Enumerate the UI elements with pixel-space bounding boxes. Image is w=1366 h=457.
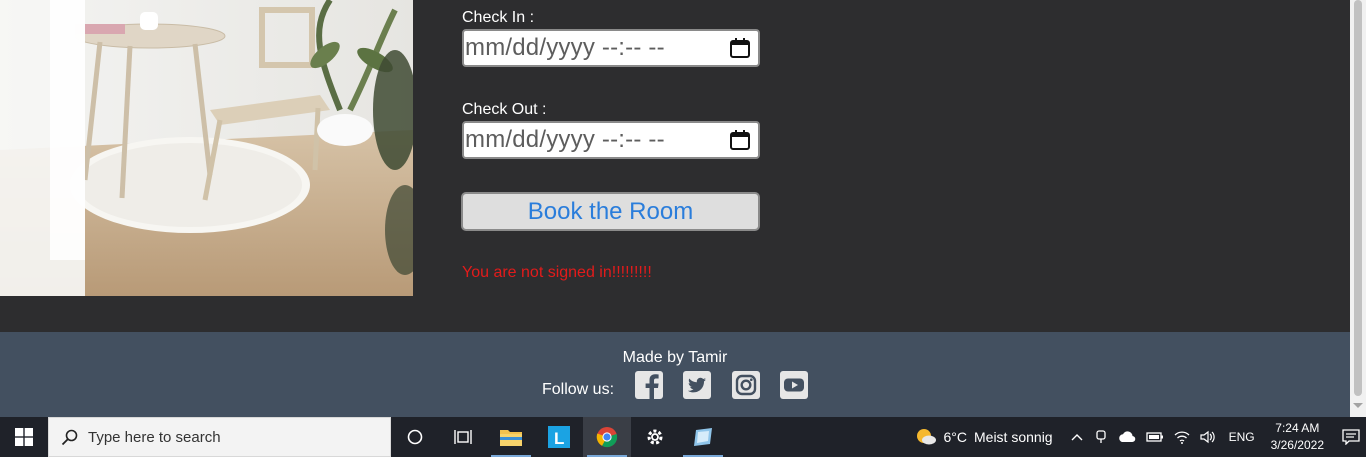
notification-center-icon[interactable] [1336,429,1366,445]
partly-sunny-icon [916,429,936,445]
taskbar-file-explorer[interactable] [487,417,535,457]
cortana-button[interactable] [391,417,439,457]
scroll-down-arrow-icon[interactable] [1353,403,1363,408]
check-out-placeholder: mm/dd/yyyy --:-- -- [465,126,665,153]
svg-text:L: L [554,429,564,448]
chrome-icon [596,427,618,448]
twitter-icon[interactable] [682,370,711,399]
chevron-up-icon[interactable] [1070,432,1084,442]
app-window-icon [694,428,712,446]
taskbar-settings[interactable] [631,417,679,457]
instagram-icon[interactable] [731,370,760,399]
taskbar-chrome[interactable] [583,417,631,457]
follow-us-label: Follow us: [542,381,615,398]
made-by-text: Made by Tamir [622,349,728,366]
search-placeholder: Type here to search [88,428,221,446]
system-tray: 6°C Meist sonnig ENG 7:24 AM 3/26/2022 [915,417,1366,457]
cortana-circle-icon [407,429,423,445]
error-message: You are not signed in!!!!!!!!! [462,264,652,281]
gear-icon [647,429,663,445]
room-photo [0,0,413,296]
volume-icon[interactable] [1199,430,1216,444]
youtube-icon[interactable] [779,370,808,399]
check-in-placeholder: mm/dd/yyyy --:-- -- [465,34,665,61]
task-view-icon [454,430,472,444]
taskbar-search-box[interactable]: Type here to search [48,417,391,457]
folder-icon [500,430,522,446]
weather-description: Meist sonnig [974,429,1053,445]
taskbar-app-l[interactable]: L [535,417,583,457]
taskbar-clock[interactable]: 7:24 AM 3/26/2022 [1271,420,1324,454]
check-in-label: Check In : [462,9,535,26]
task-view-button[interactable] [439,417,487,457]
book-room-button[interactable]: Book the Room [461,192,760,231]
taskbar-app-blue[interactable] [679,417,727,457]
calendar-icon[interactable] [728,36,752,60]
weather-temperature: 6°C [943,429,968,445]
windows-taskbar: Type here to search L 6°C Meist sonnig E… [0,417,1366,457]
footer: Made by Tamir Follow us: [0,332,1350,417]
facebook-icon[interactable] [634,370,663,399]
scrollbar-thumb[interactable] [1354,0,1362,396]
weather-widget[interactable]: 6°C Meist sonnig [915,427,1053,447]
check-out-label: Check Out : [462,101,547,118]
clock-time: 7:24 AM [1275,421,1320,435]
l-app-icon: L [548,426,570,448]
clock-date: 3/26/2022 [1270,438,1324,452]
start-button[interactable] [0,417,48,457]
check-in-input[interactable]: mm/dd/yyyy --:-- -- [462,29,760,67]
windows-logo-icon [15,428,33,446]
page-content: Check In : mm/dd/yyyy --:-- -- Check Out… [0,0,1350,417]
battery-icon[interactable] [1145,431,1164,443]
language-indicator[interactable]: ENG [1229,430,1255,444]
onedrive-cloud-icon[interactable] [1118,431,1136,443]
check-out-input[interactable]: mm/dd/yyyy --:-- -- [462,121,760,159]
meet-now-icon[interactable] [1094,429,1108,445]
wifi-icon[interactable] [1174,430,1190,444]
search-icon [61,429,78,446]
page-scrollbar[interactable] [1350,0,1366,417]
calendar-icon[interactable] [728,128,752,152]
